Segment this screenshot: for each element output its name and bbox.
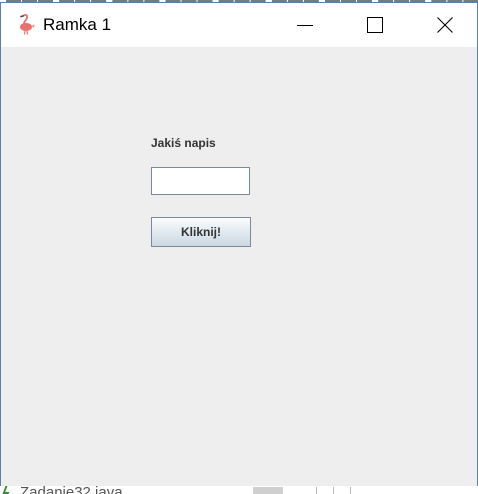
background-divider [350, 487, 351, 494]
minimize-button[interactable] [271, 3, 339, 47]
text-field[interactable] [151, 167, 250, 195]
file-check-icon [2, 486, 12, 494]
background-file-name: Zadanie32.java [20, 486, 123, 494]
click-button[interactable]: Kliknij! [151, 217, 251, 247]
background-divider [316, 487, 317, 494]
close-button[interactable] [411, 3, 478, 47]
minimize-icon [297, 25, 313, 26]
background-divider [333, 487, 334, 494]
content-panel: Jakiś napis Kliknij! [1, 47, 477, 487]
background-bottom-strip: Zadanie32.java [0, 486, 478, 494]
maximize-button[interactable] [341, 3, 409, 47]
flamingo-icon [20, 14, 35, 35]
caption-label: Jakiś napis [151, 136, 216, 150]
maximize-icon [367, 17, 383, 33]
background-scrollbar [253, 487, 283, 494]
app-window: Ramka 1 Jakiś napis Kliknij! [0, 2, 478, 488]
close-icon [437, 17, 453, 33]
window-title: Ramka 1 [43, 15, 112, 34]
title-bar[interactable]: Ramka 1 [1, 3, 477, 47]
